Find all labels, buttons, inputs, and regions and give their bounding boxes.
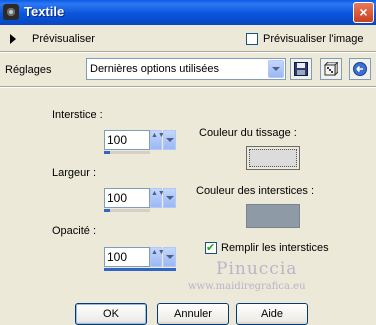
opacity-slider-fill xyxy=(104,268,176,271)
settings-selected: Dernières options utilisées xyxy=(90,63,220,75)
weave-color-swatch[interactable] xyxy=(246,146,300,170)
gap-input[interactable]: 100 xyxy=(104,130,150,150)
separator xyxy=(0,51,376,53)
gap-slider-track[interactable] xyxy=(104,151,150,154)
expand-arrow-icon[interactable] xyxy=(10,34,16,44)
preview-label[interactable]: Prévisualiser xyxy=(32,33,95,45)
width-slider-track[interactable] xyxy=(104,209,150,212)
fill-gaps-checkbox[interactable] xyxy=(205,241,217,254)
cancel-button[interactable]: Annuler xyxy=(157,303,229,325)
watermark-name: Pinuccia xyxy=(216,259,298,279)
width-slider-fill xyxy=(104,209,110,212)
width-label: Largeur : xyxy=(52,167,97,179)
weave-color-fill xyxy=(249,149,297,167)
title-bar[interactable]: Textile × xyxy=(0,0,376,25)
spin-up-down-icon[interactable]: ▲▼ xyxy=(150,188,165,208)
preview-image-checkbox[interactable] xyxy=(246,33,258,45)
fill-gaps-label[interactable]: Remplir les interstices xyxy=(221,242,329,254)
preview-image-label[interactable]: Prévisualiser l'image xyxy=(263,33,364,45)
gap-label: Interstice : xyxy=(52,109,103,121)
window-title: Textile xyxy=(24,4,65,19)
app-icon xyxy=(3,4,19,20)
close-button[interactable]: × xyxy=(353,2,374,23)
width-spinner[interactable]: 100 ▲▼ xyxy=(104,188,176,214)
gap-color-swatch[interactable] xyxy=(246,204,300,228)
spin-up-down-icon[interactable]: ▲▼ xyxy=(150,130,165,150)
randomize-button[interactable] xyxy=(320,58,342,80)
dice-icon xyxy=(324,62,338,76)
chevron-down-icon[interactable] xyxy=(163,130,176,150)
gap-color-label: Couleur des interstices : xyxy=(196,185,314,197)
weave-color-label: Couleur du tissage : xyxy=(199,127,297,139)
separator xyxy=(0,86,376,88)
ok-button[interactable]: OK xyxy=(75,303,147,325)
gap-spinner[interactable]: 100 ▲▼ xyxy=(104,130,176,156)
chevron-down-icon[interactable] xyxy=(268,60,284,78)
settings-dropdown[interactable]: Dernières options utilisées xyxy=(86,58,286,80)
gap-slider-fill xyxy=(104,151,110,154)
reset-icon xyxy=(353,62,367,76)
save-preset-button[interactable] xyxy=(290,58,312,80)
opacity-input[interactable]: 100 xyxy=(104,247,150,267)
opacity-label: Opacité : xyxy=(52,225,97,237)
save-icon xyxy=(294,62,308,76)
spin-up-down-icon[interactable]: ▲▼ xyxy=(150,247,165,267)
watermark-site: www.maidiregrafica.eu xyxy=(188,281,306,292)
chevron-down-icon[interactable] xyxy=(163,247,176,267)
chevron-down-icon[interactable] xyxy=(163,188,176,208)
reset-button[interactable] xyxy=(349,58,371,80)
width-input[interactable]: 100 xyxy=(104,188,150,208)
settings-label: Réglages xyxy=(5,64,52,76)
help-button[interactable]: Aide xyxy=(236,303,308,325)
opacity-spinner[interactable]: 100 ▲▼ xyxy=(104,247,176,273)
